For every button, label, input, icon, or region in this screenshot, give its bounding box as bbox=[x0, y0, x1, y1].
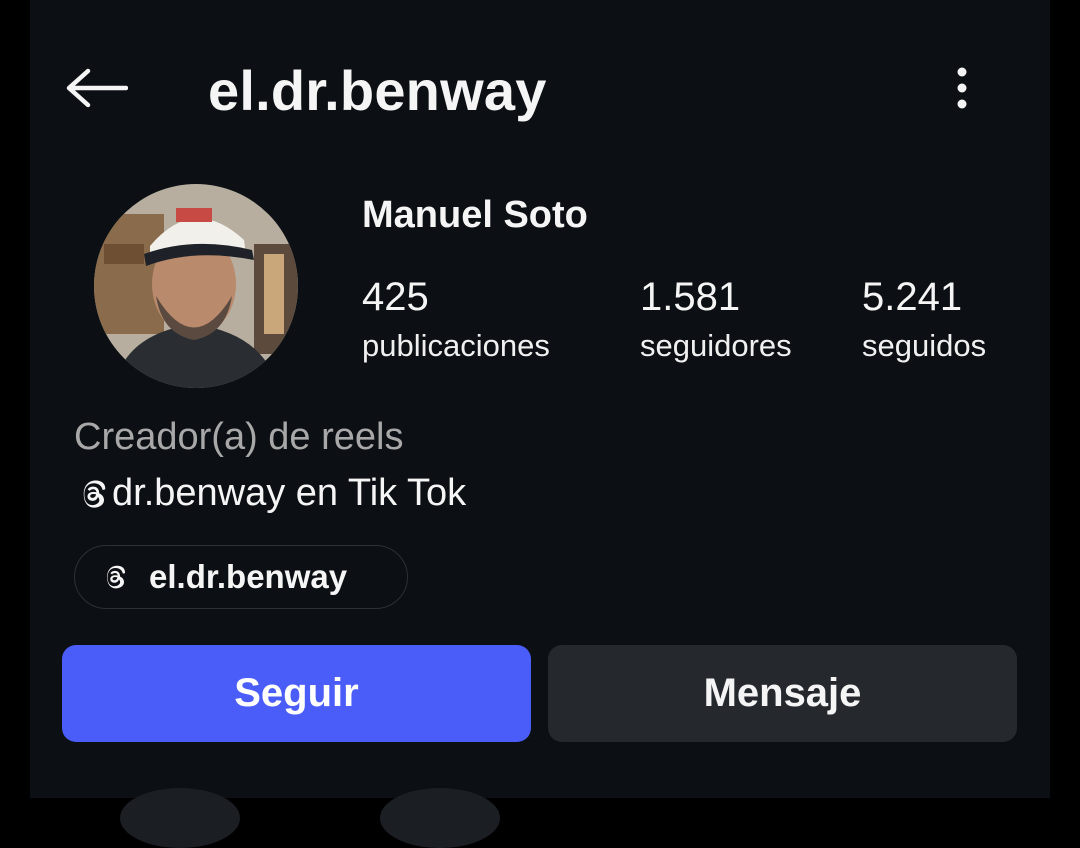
full-name: Manuel Soto bbox=[362, 194, 588, 236]
profile-category: Creador(a) de reels bbox=[74, 416, 404, 458]
following-label: seguidos bbox=[862, 328, 987, 363]
stat-following[interactable]: 5.241 seguidos bbox=[862, 274, 986, 364]
avatar[interactable] bbox=[94, 184, 298, 388]
threads-link-chip[interactable]: el.dr.benway bbox=[74, 545, 408, 609]
posts-label: publicaciones bbox=[362, 328, 550, 363]
followers-label: seguidores bbox=[640, 328, 792, 363]
back-button[interactable] bbox=[64, 60, 128, 116]
profile-photo bbox=[94, 184, 298, 388]
more-options-button[interactable] bbox=[942, 60, 982, 116]
stat-followers[interactable]: 1.581 seguidores bbox=[640, 274, 792, 364]
bio: dr.benway en Tik Tok bbox=[74, 472, 466, 515]
posts-count: 425 bbox=[362, 275, 429, 319]
profile-username: el.dr.benway bbox=[208, 59, 547, 122]
follow-button[interactable]: Seguir bbox=[62, 645, 531, 742]
highlight-peek[interactable] bbox=[120, 788, 240, 848]
stat-posts[interactable]: 425 publicaciones bbox=[362, 274, 550, 364]
arrow-left-icon bbox=[66, 68, 128, 108]
threads-icon bbox=[83, 480, 106, 508]
top-bar: el.dr.benway bbox=[30, 0, 1050, 180]
following-count: 5.241 bbox=[862, 275, 963, 319]
vertical-dots-icon bbox=[957, 67, 967, 109]
bio-text: dr.benway en Tik Tok bbox=[112, 472, 467, 514]
threads-link-label: el.dr.benway bbox=[149, 558, 348, 595]
highlight-peek[interactable] bbox=[380, 788, 500, 848]
threads-icon bbox=[99, 562, 129, 592]
profile-screen: el.dr.benway Manuel Soto 425 publicacion… bbox=[30, 0, 1050, 848]
followers-count: 1.581 bbox=[640, 275, 741, 319]
message-button[interactable]: Mensaje bbox=[548, 645, 1017, 742]
